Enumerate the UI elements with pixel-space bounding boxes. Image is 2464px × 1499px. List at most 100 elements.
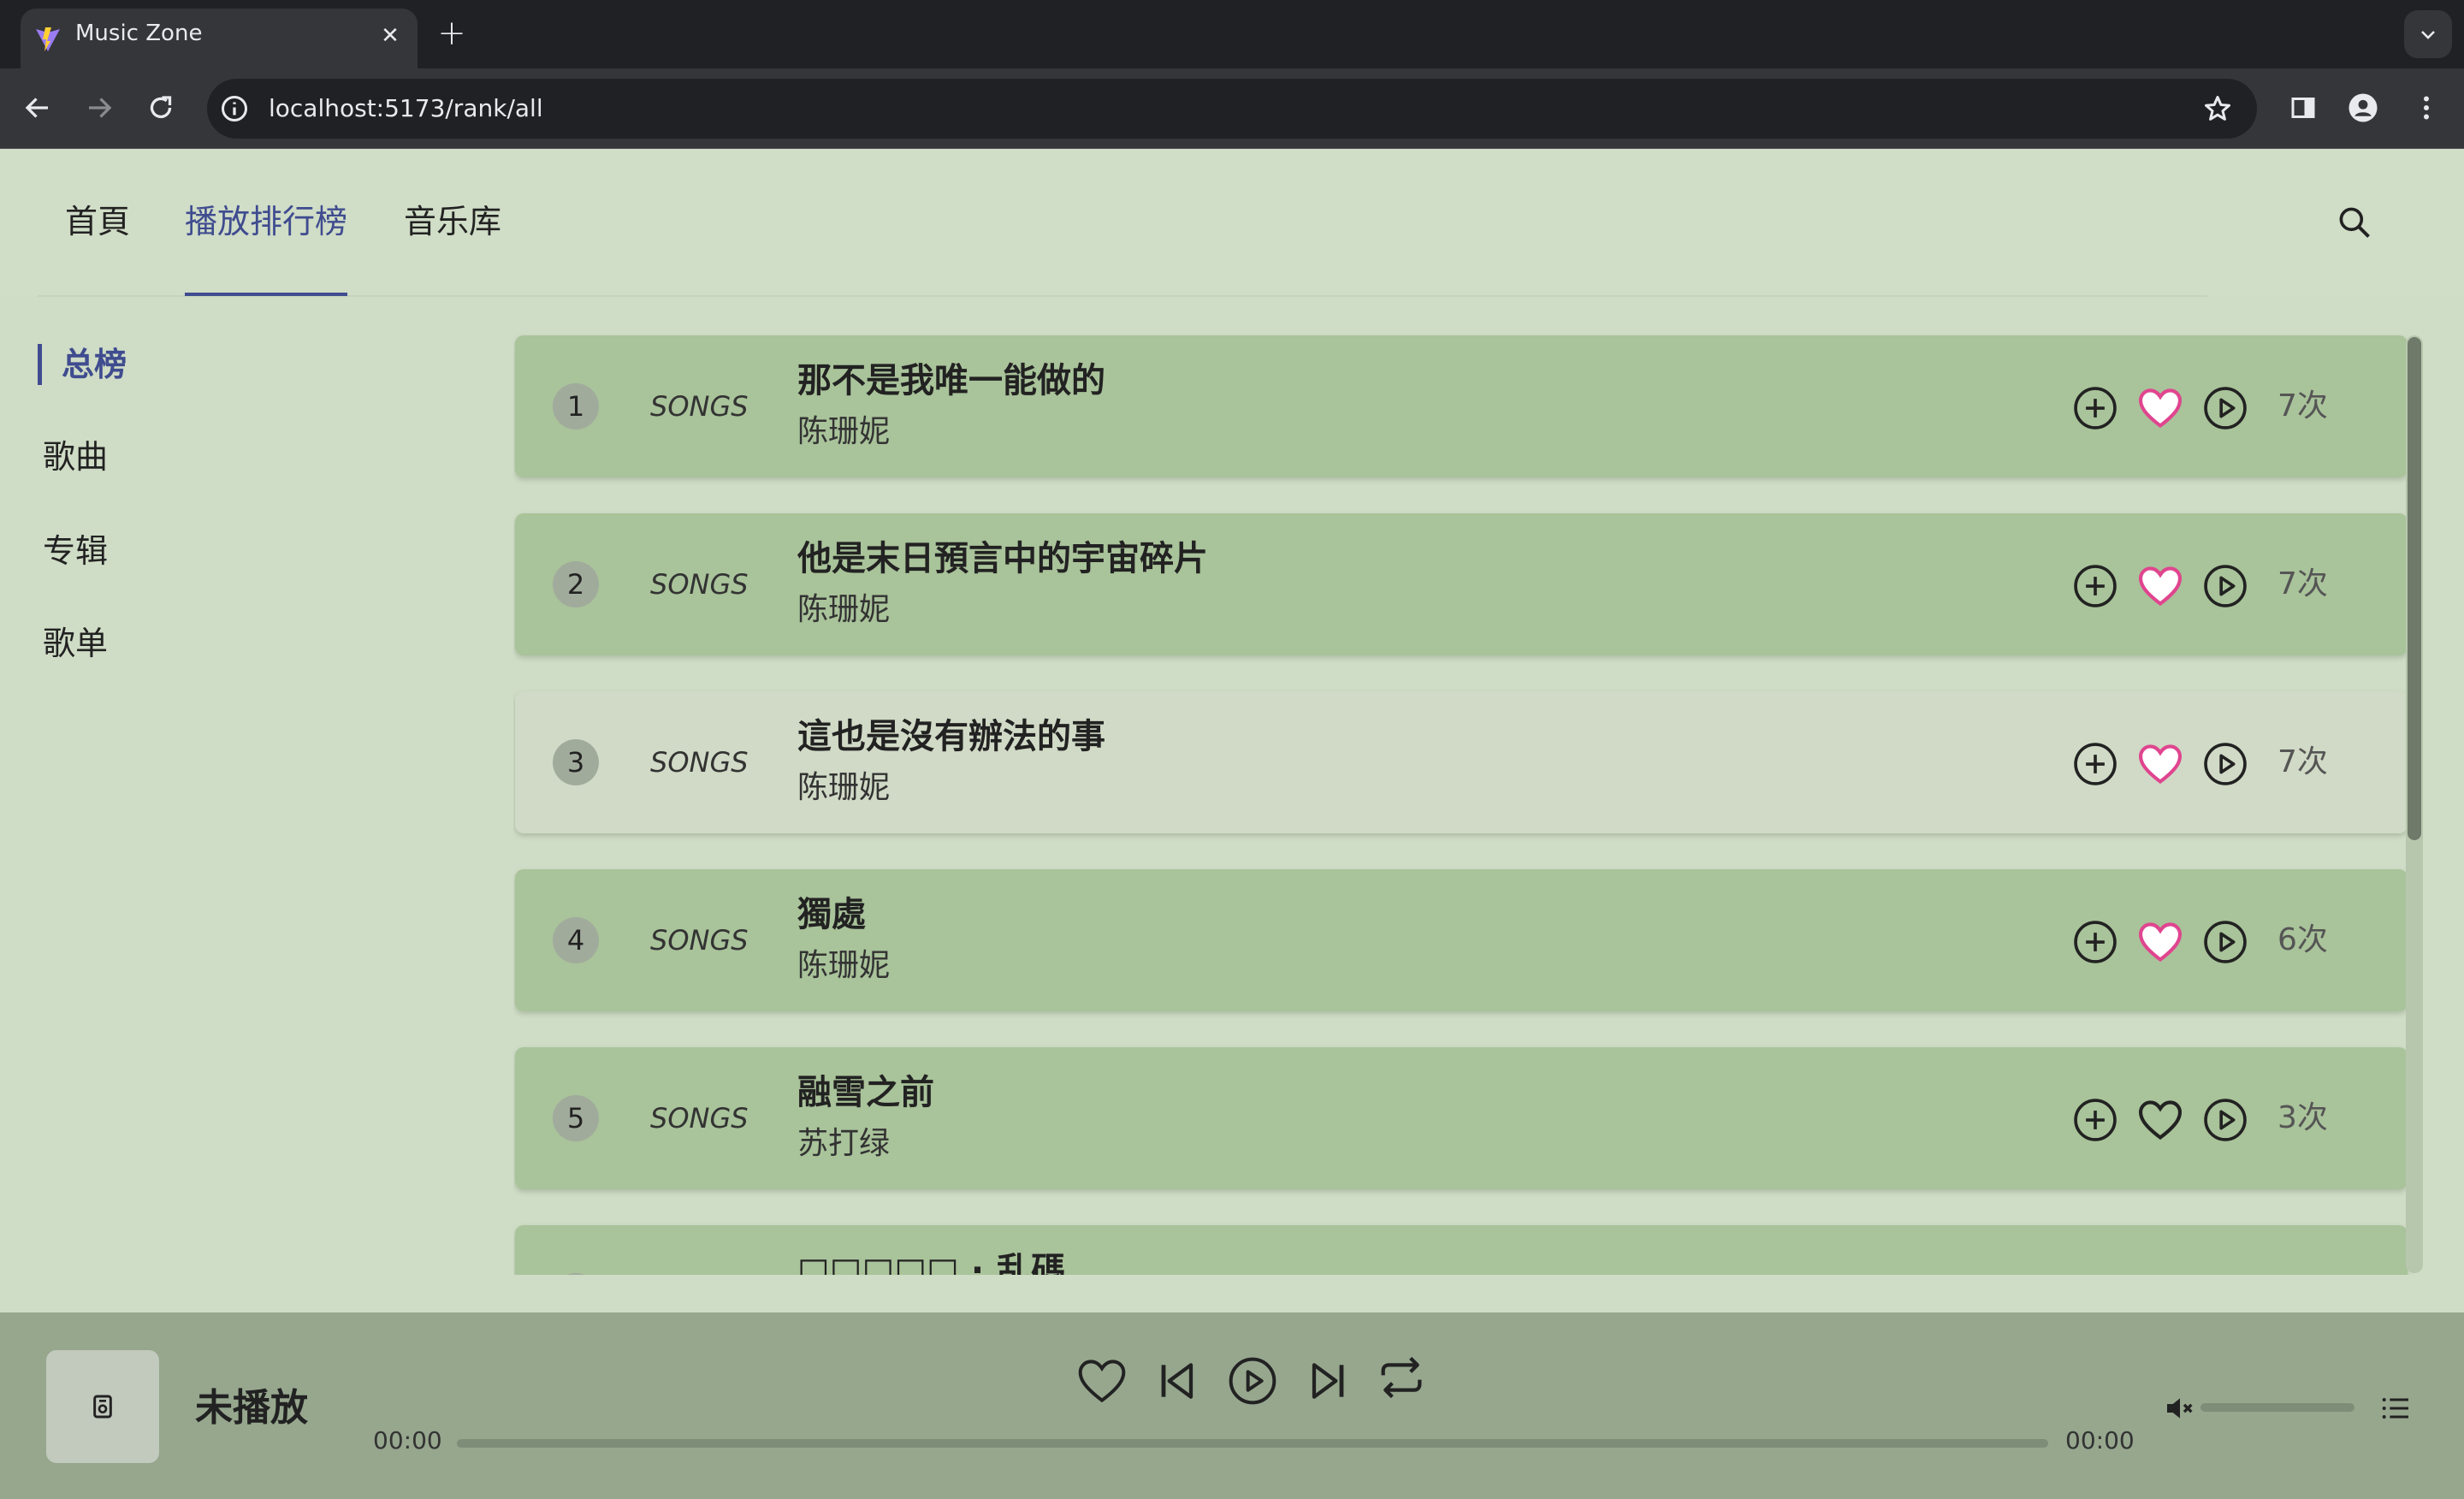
chevron-down-icon: [2421, 31, 2435, 39]
reload-icon: [150, 96, 172, 119]
sidebar-item-albums[interactable]: 专辑: [43, 527, 108, 575]
volume-slider[interactable]: [2200, 1403, 2354, 1412]
bookmark-star-icon[interactable]: [2202, 93, 2233, 124]
play-circle-icon[interactable]: [2200, 917, 2250, 967]
rank-type-label: SONGS: [650, 924, 749, 957]
play-circle-icon[interactable]: [2200, 739, 2250, 789]
profile-icon: [2348, 93, 2378, 122]
browser-menu-button[interactable]: [2406, 87, 2447, 128]
rank-row[interactable]: 5 SONGS 融雪之前 苏打绿 3次: [515, 1047, 2408, 1189]
song-artist[interactable]: 苏打绿: [797, 1123, 890, 1165]
play-circle-icon[interactable]: [2200, 1095, 2250, 1145]
rank-list: 1 SONGS 那不是我唯一能做的 陈珊妮 7次 2 SONGS 他是末日預言中…: [513, 334, 2413, 1275]
new-tab-button[interactable]: +: [435, 12, 469, 55]
side-panel-button[interactable]: [2283, 87, 2324, 128]
tab-library[interactable]: 音乐库: [404, 200, 501, 252]
play-count: 7次: [2277, 388, 2328, 424]
song-title: 他是末日預言中的宇宙碎片: [797, 539, 1208, 578]
site-info-icon[interactable]: [219, 93, 250, 124]
progress-bar[interactable]: [457, 1439, 2048, 1448]
back-button[interactable]: [17, 87, 58, 128]
rank-number-badge: 4: [553, 917, 599, 963]
vite-logo-icon: [36, 27, 60, 51]
album-cover[interactable]: [46, 1350, 159, 1463]
rank-row[interactable]: 1 SONGS 那不是我唯一能做的 陈珊妮 7次: [515, 335, 2408, 477]
tab-home[interactable]: 首頁: [65, 200, 130, 252]
heart-liked-icon[interactable]: [2135, 561, 2185, 611]
song-artist[interactable]: 陈珊妮: [797, 411, 890, 453]
play-circle-icon[interactable]: [1225, 1354, 1280, 1408]
arrow-right-icon: [89, 98, 112, 118]
add-circle-icon[interactable]: [2070, 1273, 2120, 1275]
header-divider: [38, 295, 2207, 297]
list-scrollbar-thumb[interactable]: [2408, 337, 2421, 840]
song-title: 融雪之前: [797, 1073, 934, 1112]
skip-next-icon[interactable]: [1300, 1354, 1355, 1408]
heart-icon[interactable]: [2135, 1095, 2185, 1145]
sidebar-item-songs[interactable]: 歌曲: [43, 433, 108, 481]
kebab-menu-icon: [2424, 96, 2429, 120]
volume-muted-icon[interactable]: [2163, 1391, 2197, 1425]
rank-type-label: SONGS: [650, 746, 749, 779]
profile-button[interactable]: [2343, 87, 2384, 128]
rank-number-badge: 5: [553, 1095, 599, 1141]
heart-liked-icon[interactable]: [2135, 917, 2185, 967]
browser-tabbar: Music Zone ✕ +: [0, 0, 2464, 68]
play-count: 7次: [2277, 566, 2328, 601]
player-bar: 未播放 00:00 00:00: [0, 1312, 2464, 1499]
add-circle-icon[interactable]: [2070, 383, 2120, 433]
tab-rank[interactable]: 播放排行榜: [185, 200, 347, 252]
rank-type-label: SONGS: [650, 568, 749, 601]
sidebar-item-playlists[interactable]: 歌单: [43, 619, 108, 667]
song-title: 那不是我唯一能做的: [797, 361, 1105, 400]
song-artist[interactable]: 陈珊妮: [797, 589, 890, 631]
heart-icon[interactable]: [1075, 1354, 1129, 1408]
rank-number-badge: 2: [553, 561, 599, 607]
heart-liked-icon[interactable]: [2135, 383, 2185, 433]
forward-button[interactable]: [79, 87, 120, 128]
skip-previous-icon[interactable]: [1150, 1354, 1205, 1408]
play-circle-icon[interactable]: [2200, 1273, 2250, 1275]
search-icon[interactable]: [2336, 204, 2373, 241]
tab-search-button[interactable]: [2404, 10, 2452, 58]
song-artist[interactable]: 陈珊妮: [797, 945, 890, 987]
heart-liked-icon[interactable]: [2135, 739, 2185, 789]
play-circle-icon[interactable]: [2200, 383, 2250, 433]
app-header: 首頁 播放排行榜 音乐库: [0, 149, 2464, 297]
playlist-icon[interactable]: [2378, 1391, 2413, 1425]
music-player-icon: [93, 1395, 112, 1419]
now-playing-title: 未播放: [195, 1386, 308, 1430]
rank-number-badge: 6: [553, 1273, 599, 1275]
browser-toolbar: localhost:5173/rank/all: [0, 68, 2464, 149]
song-title: 這也是沒有辦法的事: [797, 717, 1105, 756]
total-time: 00:00: [2065, 1426, 2135, 1455]
sidebar-active-indicator: [38, 344, 42, 385]
repeat-icon[interactable]: [1374, 1350, 1429, 1405]
rank-type-label: SONGS: [650, 1102, 749, 1135]
rank-number-badge: 1: [553, 383, 599, 430]
song-artist[interactable]: 陈珊妮: [797, 767, 890, 809]
rank-row[interactable]: 6 SONGS □□□□□ ·.乱碼: [515, 1225, 2408, 1275]
url-text: localhost:5173/rank/all: [269, 94, 543, 122]
add-circle-icon[interactable]: [2070, 561, 2120, 611]
browser-tab[interactable]: Music Zone ✕: [21, 9, 418, 68]
rank-row[interactable]: 3 SONGS 這也是沒有辦法的事 陈珊妮 7次: [515, 691, 2408, 833]
play-count: 7次: [2277, 744, 2328, 779]
play-count: 6次: [2277, 922, 2328, 957]
add-circle-icon[interactable]: [2070, 1095, 2120, 1145]
active-tab-underline: [185, 293, 347, 296]
current-time: 00:00: [373, 1426, 442, 1455]
song-title: □□□□□ ·.乱碼: [797, 1251, 1066, 1275]
add-circle-icon[interactable]: [2070, 739, 2120, 789]
arrow-left-icon: [25, 98, 48, 118]
add-circle-icon[interactable]: [2070, 917, 2120, 967]
side-panel-icon: [2291, 98, 2315, 118]
close-tab-icon[interactable]: ✕: [375, 21, 406, 51]
sidebar-item-all[interactable]: 总榜: [62, 341, 127, 388]
rank-row[interactable]: 4 SONGS 獨處 陈珊妮 6次: [515, 869, 2408, 1011]
play-circle-icon[interactable]: [2200, 561, 2250, 611]
rank-row[interactable]: 2 SONGS 他是末日預言中的宇宙碎片 陈珊妮 7次: [515, 513, 2408, 655]
reload-button[interactable]: [140, 87, 181, 128]
address-bar[interactable]: localhost:5173/rank/all: [207, 79, 2257, 139]
tab-title: Music Zone: [75, 21, 203, 46]
